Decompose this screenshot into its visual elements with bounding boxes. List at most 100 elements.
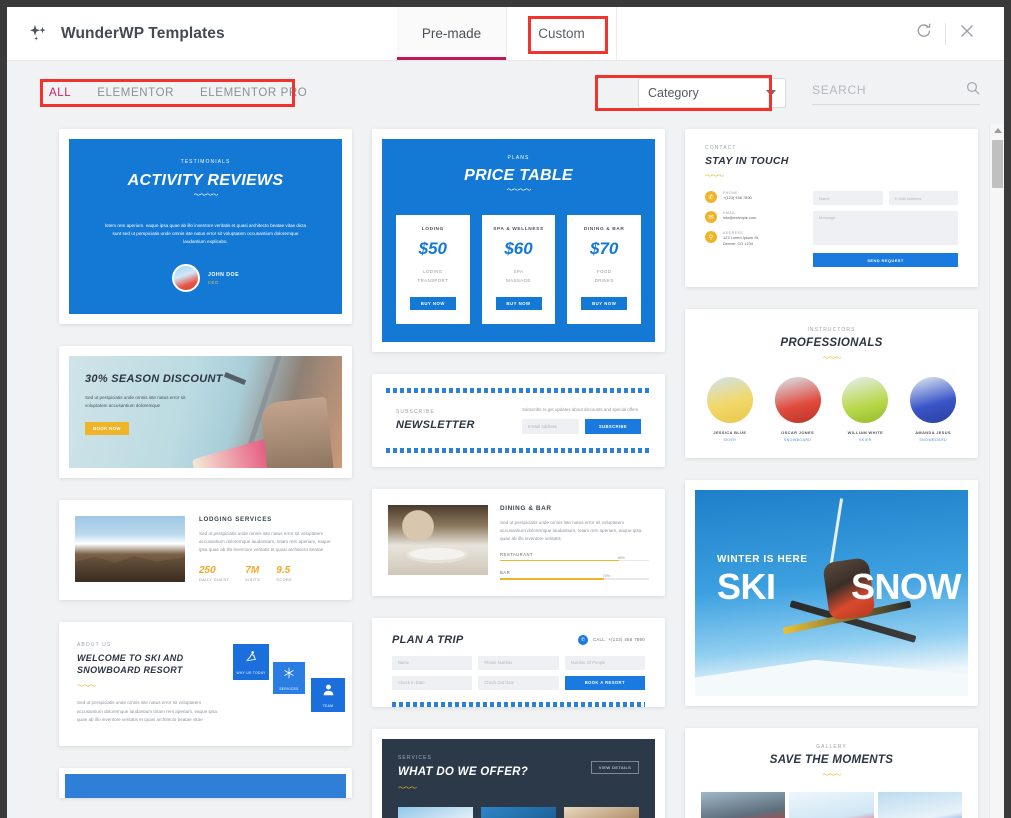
contact-message-field[interactable]: Message bbox=[813, 211, 958, 245]
pro-item: WILLIAM WHITE SKIER bbox=[837, 377, 895, 442]
about-tile: TEAM bbox=[311, 678, 345, 713]
pin-icon: ⚲ bbox=[705, 231, 717, 243]
pro-item: OSCAR JONES SNOWBOARD bbox=[769, 377, 827, 442]
template-card-lodging-services[interactable]: LODGING SERVICES Sed ut perspiciatis und… bbox=[59, 500, 352, 601]
pros-squiggle: 〜〜〜 bbox=[822, 355, 842, 362]
template-card-activity-reviews[interactable]: TESTIMONIALS ACTIVITY REVIEWS 〜〜〜〜 lotem… bbox=[59, 129, 352, 325]
trip-title: PLAN A TRIP bbox=[392, 633, 464, 646]
template-card-dining-bar[interactable]: DINING & BAR Sed ut perspiciatis unde om… bbox=[372, 488, 665, 596]
header-tabs: Pre-made Custom bbox=[397, 7, 617, 60]
brand: WunderWP Templates bbox=[7, 7, 397, 60]
category-select[interactable]: Category bbox=[638, 77, 786, 108]
discount-book-now-button[interactable]: BOOK NOW bbox=[85, 422, 129, 436]
stat-item: 250 DAILY GUEST bbox=[199, 565, 229, 582]
services-view-details-button[interactable]: VIEW DETAILS bbox=[591, 760, 639, 774]
partial-preview bbox=[65, 773, 346, 798]
pro-role: SKIER bbox=[858, 438, 872, 442]
template-card-season-discount[interactable]: 30% SEASON DISCOUNT Sed ut perspiciatis … bbox=[59, 346, 352, 479]
close-icon bbox=[958, 22, 976, 45]
gallery-image bbox=[789, 792, 874, 818]
discount-body: Sed ut perspiciatis unde omnis iste natu… bbox=[85, 395, 186, 409]
plan-buy-button[interactable]: BUY NOW bbox=[409, 296, 456, 310]
template-card-ski-and-snow[interactable]: WINTER IS HERE SKI SNOW bbox=[685, 480, 978, 706]
tab-custom[interactable]: Custom bbox=[507, 7, 617, 60]
stat-value: 7M bbox=[245, 565, 260, 577]
newsletter-subscribe-button[interactable]: SUBSCRIBE bbox=[585, 418, 641, 434]
testimonial-author-role: CEO bbox=[207, 279, 219, 285]
snow-slope-decor bbox=[695, 659, 968, 696]
screen: WunderWP Templates Pre-made Custom ALL E… bbox=[0, 0, 1011, 818]
about-tile-label: SERVICES bbox=[279, 686, 299, 691]
contact-info-item: ✆ PHONE +(123) 456 7890 bbox=[705, 191, 797, 203]
plan-name: SPA & WELLNESS bbox=[493, 227, 544, 232]
trip-field-people[interactable]: Number Of People bbox=[564, 655, 645, 670]
trip-field-phone[interactable]: Phone Number bbox=[478, 655, 559, 670]
dashed-rule-bottom bbox=[386, 447, 651, 453]
pro-role: SNOWBOARD bbox=[783, 438, 812, 442]
template-card-stay-in-touch[interactable]: CONTACT STAY IN TOUCH 〜〜〜 ✆ PHONE +(123)… bbox=[685, 129, 978, 287]
contact-name-field[interactable]: Name bbox=[813, 191, 883, 205]
filter-elementor[interactable]: ELEMENTOR bbox=[97, 87, 174, 99]
templates-modal: WunderWP Templates Pre-made Custom ALL E… bbox=[7, 7, 1004, 818]
lodging-stats: 250 DAILY GUEST 7M VISITS 9.5 SCORE bbox=[199, 565, 336, 582]
template-card-price-table[interactable]: PLANS PRICE TABLE 〜〜〜〜 LODING $50 LODING… bbox=[372, 129, 665, 352]
plan-name: LODING bbox=[421, 227, 444, 232]
template-card-gallery[interactable]: GALLERY SAVE THE MOMENTS 〜〜〜 bbox=[685, 728, 978, 818]
plan-list: LODING $50 LODING TRANSPORT BUY NOW SPA … bbox=[396, 215, 642, 324]
chevron-down-icon bbox=[766, 89, 776, 96]
pro-item: JESSICA BLUE SKIER bbox=[701, 377, 759, 442]
glove-decor bbox=[260, 396, 334, 469]
newsletter-email-input[interactable]: E-Mail Address bbox=[522, 418, 579, 434]
modal-header: WunderWP Templates Pre-made Custom bbox=[7, 7, 1004, 61]
trip-call: ✆ CALL: +(123) 456 7890 bbox=[577, 634, 645, 645]
gallery-eyebrow: GALLERY bbox=[816, 744, 847, 750]
template-card-professionals[interactable]: INSTRUCTORS PROFESSIONALS 〜〜〜 JESSICA BL… bbox=[685, 309, 978, 458]
plan-features: FOOD DRINKS bbox=[594, 269, 614, 284]
search-field[interactable] bbox=[812, 81, 980, 105]
trip-form: Name Phone Number Number Of People Check… bbox=[392, 655, 645, 690]
filter-all[interactable]: ALL bbox=[49, 87, 71, 99]
trip-field-checkout[interactable]: Check Out Date bbox=[478, 675, 559, 690]
trip-field-name[interactable]: Name bbox=[392, 655, 473, 670]
contact-squiggle: 〜〜〜 bbox=[705, 173, 724, 180]
template-card-newsletter[interactable]: SUBSCRIBE NEWSLETTER Subscribe to get up… bbox=[372, 373, 665, 467]
scrollbar-thumb[interactable] bbox=[992, 140, 1003, 188]
pros-title: PROFESSIONALS bbox=[780, 337, 883, 349]
stat-label: DAILY GUEST bbox=[199, 578, 230, 583]
refresh-button[interactable] bbox=[903, 13, 945, 55]
tab-pre-made[interactable]: Pre-made bbox=[397, 7, 507, 60]
services-image bbox=[398, 806, 473, 818]
scroll-up-arrow-icon[interactable] bbox=[994, 128, 1002, 133]
about-title: WELCOME TO SKI AND SNOWBOARD RESORT bbox=[77, 653, 184, 676]
services-image bbox=[481, 806, 556, 818]
plan-buy-button[interactable]: BUY NOW bbox=[581, 296, 628, 310]
vertical-scrollbar[interactable] bbox=[989, 124, 1004, 818]
template-card-about-us[interactable]: ABOUT US WELCOME TO SKI AND SNOWBOARD RE… bbox=[59, 622, 352, 746]
trip-book-button[interactable]: BOOK A RESORT bbox=[564, 675, 645, 690]
testimonials-squiggle: 〜〜〜〜 bbox=[193, 192, 219, 199]
template-card-plan-a-trip[interactable]: PLAN A TRIP ✆ CALL: +(123) 456 7890 Name… bbox=[372, 617, 665, 707]
contact-send-button[interactable]: SEND REQUEST bbox=[813, 253, 958, 267]
template-card-partial[interactable] bbox=[59, 767, 352, 798]
search-input[interactable] bbox=[812, 83, 952, 97]
close-button[interactable] bbox=[946, 13, 988, 55]
about-tile-label: WHY US TODAY bbox=[236, 670, 266, 675]
pro-photo bbox=[706, 377, 753, 423]
services-images bbox=[398, 806, 639, 818]
filter-elementor-pro[interactable]: ELEMENTOR PRO bbox=[200, 87, 307, 99]
header-actions bbox=[903, 7, 1004, 60]
plan-card: LODING $50 LODING TRANSPORT BUY NOW bbox=[396, 215, 470, 324]
templates-scroll-area[interactable]: TESTIMONIALS ACTIVITY REVIEWS 〜〜〜〜 lotem… bbox=[7, 124, 1004, 818]
plan-price: $50 bbox=[418, 239, 448, 258]
stat-item: 9.5 SCORE bbox=[276, 565, 292, 582]
plan-features: LODING TRANSPORT bbox=[417, 269, 449, 284]
dining-image bbox=[388, 504, 488, 575]
trip-field-checkin[interactable]: Check In Date bbox=[392, 675, 473, 690]
contact-email-field[interactable]: E-Mail Address bbox=[888, 191, 958, 205]
pro-role: SKIER bbox=[723, 438, 737, 442]
toolbar: ALL ELEMENTOR ELEMENTOR PRO Category bbox=[7, 61, 1004, 124]
template-card-services[interactable]: SERVICES WHAT DO WE OFFER? 〜〜〜 VIEW DETA… bbox=[372, 728, 665, 818]
plan-price: $60 bbox=[504, 239, 533, 258]
plan-buy-button[interactable]: BUY NOW bbox=[495, 296, 542, 310]
skill-bar-label: RESTAURANT bbox=[500, 551, 534, 557]
